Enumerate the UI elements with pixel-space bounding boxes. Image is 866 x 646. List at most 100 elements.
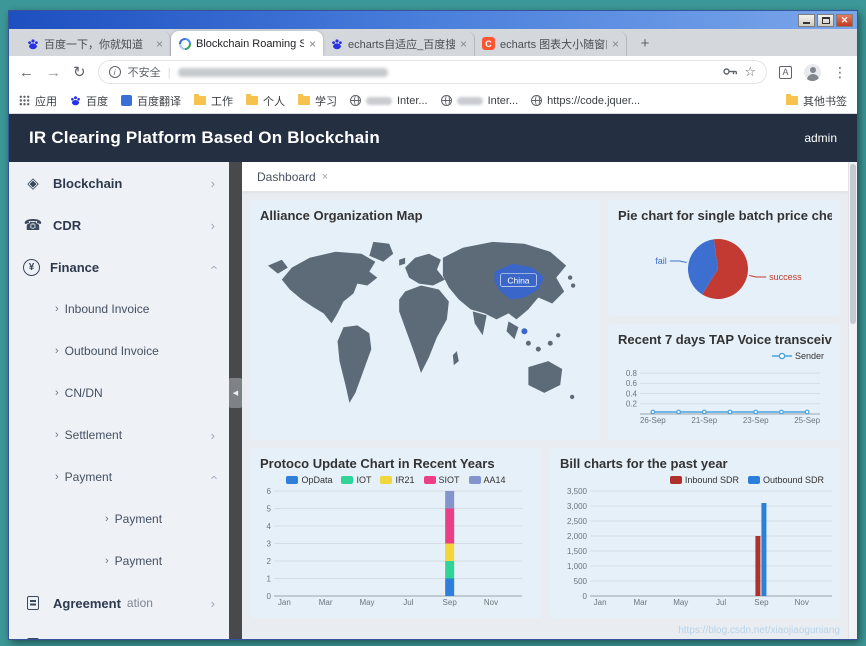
sidebar-item-partial[interactable] <box>9 624 229 639</box>
bookmark-inter-1[interactable]: Inter... <box>350 95 428 107</box>
baidu-icon <box>330 37 343 50</box>
password-key-icon[interactable] <box>723 63 737 81</box>
window-close-button[interactable]: ✕ <box>836 14 853 27</box>
baidu-icon <box>70 95 81 106</box>
breadcrumb-tab-dashboard[interactable]: Dashboard × <box>257 170 328 184</box>
svg-text:Nov: Nov <box>795 598 809 607</box>
map-panel: Alliance Organization Map <box>250 200 600 440</box>
browser-tab-blockchain-active[interactable]: Blockchain Roaming Sys × <box>171 31 323 56</box>
tab-title: echarts自适应_百度搜索 <box>348 36 455 52</box>
tab-close-icon[interactable]: × <box>309 38 316 50</box>
sidebar-item-cndn[interactable]: › CN/DN <box>9 372 229 414</box>
bookmark-folder-study[interactable]: 学习 <box>298 93 337 109</box>
other-bookmarks[interactable]: 其他书签 <box>786 93 847 109</box>
bookmark-baidu[interactable]: 百度 <box>70 93 108 109</box>
legend-item[interactable]: Inbound SDR <box>670 475 739 485</box>
svg-text:Jan: Jan <box>278 598 291 607</box>
document-icon <box>27 638 39 639</box>
chevron-right-icon: › <box>211 218 215 233</box>
sidebar-item-payment-child-2[interactable]: › Payment <box>9 540 229 582</box>
bookmark-baidu-translate[interactable]: 百度翻译 <box>121 93 181 109</box>
bookmark-inter-2[interactable]: Inter... <box>441 95 519 107</box>
globe-icon <box>350 95 361 106</box>
svg-text:500: 500 <box>574 577 588 586</box>
svg-text:1,000: 1,000 <box>567 562 588 571</box>
chevron-up-icon: › <box>205 475 220 479</box>
legend-item[interactable]: IR21 <box>380 475 414 485</box>
close-icon[interactable]: × <box>322 171 328 183</box>
sidebar-item-payment[interactable]: › Payment › <box>9 456 229 498</box>
sidebar-item-settlement[interactable]: › Settlement › <box>9 414 229 456</box>
folder-icon <box>246 96 258 105</box>
apps-shortcut[interactable]: 应用 <box>19 93 57 109</box>
sidebar-item-blockchain[interactable]: ◈ Blockchain › <box>9 162 229 204</box>
minimize-icon <box>803 22 810 24</box>
bookmark-folder-work[interactable]: 工作 <box>194 93 233 109</box>
refresh-icon[interactable]: ↻ <box>73 65 86 80</box>
translate-icon[interactable]: A <box>779 66 792 79</box>
tags-view-bar: Dashboard × <box>242 162 848 192</box>
panel-title: Bill charts for the past year <box>560 456 832 471</box>
legend-item[interactable]: AA14 <box>469 475 506 485</box>
sidebar-item-cdr[interactable]: ☎ CDR › <box>9 204 229 246</box>
pie-chart: successfail <box>616 225 828 309</box>
svg-text:Sep: Sep <box>443 598 458 607</box>
line-chart: 0.20.40.60.826-Sep21-Sep23-Sep25-Sep <box>616 362 828 426</box>
browser-tab-echarts-search[interactable]: echarts自适应_百度搜索 × <box>323 31 475 56</box>
stacked-bar-panel: Protoco Update Chart in Recent Years OpD… <box>250 448 542 618</box>
legend-item[interactable]: SIOT <box>424 475 460 485</box>
sidebar-item-outbound-invoice[interactable]: › Outbound Invoice <box>9 330 229 372</box>
tab-close-icon[interactable]: × <box>156 38 163 50</box>
forward-icon[interactable]: → <box>46 65 61 80</box>
address-bar[interactable]: i 不安全 | ☆ <box>98 60 767 84</box>
legend-item[interactable]: Outbound SDR <box>748 475 824 485</box>
submenu-arrow-icon: › <box>55 387 59 399</box>
legend-item[interactable]: Sender <box>772 351 824 361</box>
line-chart-legend[interactable]: Sender <box>616 349 832 362</box>
web-page: IR Clearing Platform Based On Blockchain… <box>9 114 857 639</box>
sidebar-item-agreement[interactable]: Agreement ation › <box>9 582 229 624</box>
svg-text:4: 4 <box>267 522 272 531</box>
sidebar-item-finance[interactable]: ¥ Finance › <box>9 246 229 288</box>
svg-text:21-Sep: 21-Sep <box>691 416 717 425</box>
sidebar-scrollbar[interactable]: ◀ <box>229 162 242 639</box>
bookmark-star-icon[interactable]: ☆ <box>744 64 756 80</box>
sidebar-collapse-handle[interactable]: ◀ <box>229 378 242 408</box>
translate-favicon-icon <box>121 95 132 106</box>
bookmark-folder-personal[interactable]: 个人 <box>246 93 285 109</box>
site-info-icon[interactable]: i <box>109 66 121 78</box>
svg-text:1,500: 1,500 <box>567 547 588 556</box>
panel-title: Alliance Organization Map <box>260 208 592 223</box>
svg-text:0: 0 <box>267 592 272 601</box>
tab-close-icon[interactable]: × <box>612 38 619 50</box>
blockchain-icon: ◈ <box>23 174 43 192</box>
back-icon[interactable]: ← <box>19 65 34 80</box>
svg-text:success: success <box>769 272 802 282</box>
sidebar-item-inbound-invoice[interactable]: › Inbound Invoice <box>9 288 229 330</box>
baidu-icon <box>26 37 39 50</box>
folder-icon <box>786 96 798 105</box>
scrollbar-thumb[interactable] <box>850 164 856 324</box>
window-maximize-button[interactable] <box>817 14 834 27</box>
svg-text:3: 3 <box>267 539 272 548</box>
bill-chart-legend[interactable]: Inbound SDR Outbound SDR <box>558 473 832 486</box>
browser-tab-csdn[interactable]: C echarts 图表大小随窗口变... × <box>475 31 627 56</box>
browser-menu-icon[interactable]: ⋮ <box>833 64 847 81</box>
profile-avatar-icon[interactable] <box>804 64 821 81</box>
sidebar-item-payment-child-1[interactable]: › Payment <box>9 498 229 540</box>
tab-close-icon[interactable]: × <box>460 38 467 50</box>
new-tab-button[interactable]: + <box>633 32 657 54</box>
submenu-arrow-icon: › <box>55 303 59 315</box>
bookmark-jquery[interactable]: https://code.jquer... <box>531 95 640 107</box>
stacked-bar-legend[interactable]: OpData IOT IR21 SIOT AA14 <box>258 473 534 486</box>
desktop-background: ✕ 百度一下，你就知道 × Blockchain Roaming Sys × <box>0 0 866 646</box>
maximize-icon <box>822 17 830 24</box>
user-menu[interactable]: admin <box>804 131 837 145</box>
svg-text:Sep: Sep <box>754 598 769 607</box>
page-scrollbar[interactable] <box>848 162 857 639</box>
window-minimize-button[interactable] <box>798 14 815 27</box>
legend-item[interactable]: OpData <box>286 475 332 485</box>
svg-text:1: 1 <box>267 574 272 583</box>
legend-item[interactable]: IOT <box>341 475 371 485</box>
browser-tab-baidu[interactable]: 百度一下，你就知道 × <box>19 31 171 56</box>
